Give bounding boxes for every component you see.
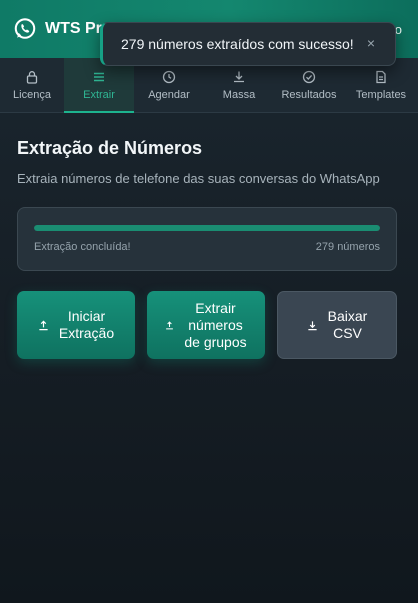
tab-label: Extrair xyxy=(83,89,115,101)
upload-icon xyxy=(165,320,174,330)
tab-bar: Licença Extrair Agendar Massa Resultados… xyxy=(0,58,418,113)
upload-icon xyxy=(38,320,49,331)
extract-groups-label: Extrair números de grupos xyxy=(184,299,247,350)
start-extraction-label: Iniciar Extração xyxy=(58,308,115,341)
page-subtitle: Extraia números de telefone das suas con… xyxy=(17,171,380,186)
success-toast: 279 números extraídos com sucesso! × xyxy=(100,22,396,66)
progress-card: Extração concluída! 279 números xyxy=(17,207,397,271)
close-icon[interactable]: × xyxy=(367,35,375,51)
action-buttons: Iniciar Extração Extrair números de grup… xyxy=(17,291,397,359)
tab-label: Resultados xyxy=(281,89,337,101)
tab-label: Licença xyxy=(13,89,51,101)
tab-extrair[interactable]: Extrair xyxy=(64,58,134,113)
menu-icon xyxy=(94,72,104,82)
toast-message: 279 números extraídos com sucesso! xyxy=(121,36,354,52)
tab-resultados[interactable]: Resultados xyxy=(274,58,344,113)
whatsapp-icon xyxy=(12,16,38,42)
progress-bar xyxy=(34,225,380,231)
tab-label: Templates xyxy=(355,89,407,101)
page-title: Extração de Números xyxy=(17,138,203,158)
tab-massa[interactable]: Massa xyxy=(204,58,274,113)
download-icon xyxy=(234,71,244,83)
download-csv-label: Baixar CSV xyxy=(327,308,368,341)
check-circle-icon xyxy=(302,70,316,84)
download-csv-button[interactable]: Baixar CSV xyxy=(277,291,397,359)
tab-templates[interactable]: Templates xyxy=(344,58,418,113)
tab-licenca[interactable]: Licença xyxy=(0,58,64,113)
progress-count: 279 números xyxy=(315,241,380,253)
tab-agendar[interactable]: Agendar xyxy=(134,58,204,113)
lock-icon xyxy=(26,71,38,84)
download-icon xyxy=(307,320,318,331)
clock-icon xyxy=(162,70,176,84)
tab-label: Massa xyxy=(222,89,256,101)
start-extraction-button[interactable]: Iniciar Extração xyxy=(17,291,135,359)
document-icon xyxy=(376,70,386,84)
progress-status: Extração concluída! xyxy=(34,241,131,253)
tab-label: Agendar xyxy=(148,89,190,101)
progress-fill xyxy=(34,225,380,231)
extract-groups-button[interactable]: Extrair números de grupos xyxy=(147,291,265,359)
